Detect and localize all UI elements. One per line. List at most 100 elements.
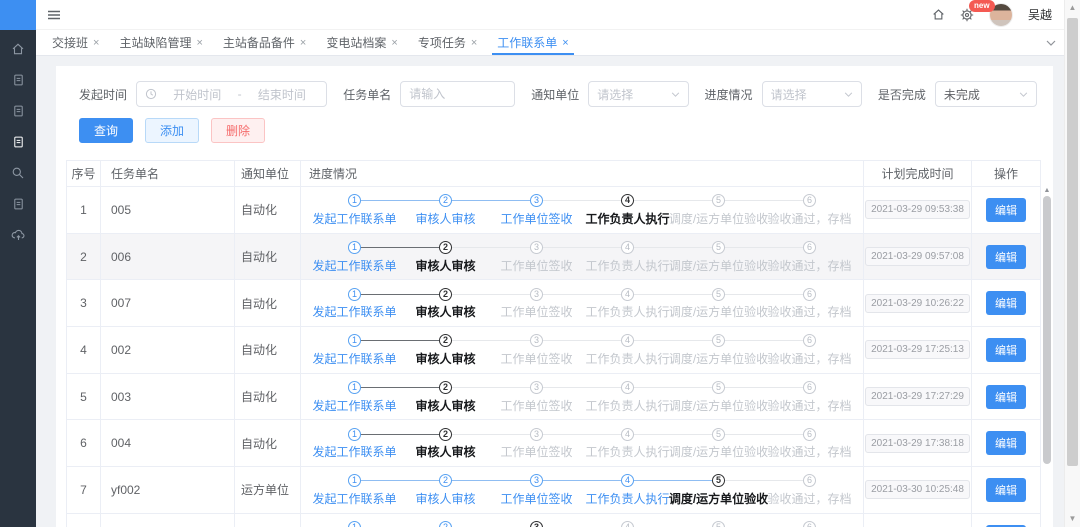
step-circle: 1	[348, 521, 361, 527]
progress-step-6: 6验收通过，存档	[764, 334, 855, 366]
tab-label: 交接班	[52, 34, 88, 51]
tab-label: 专项任务	[418, 34, 466, 51]
step-circle: 3	[530, 194, 543, 207]
table-body: 1 005 自动化 1发起工作联系单2审核人审核3工作单位签收4工作负责人执行5…	[67, 186, 1040, 527]
row-task-name: 005	[101, 187, 235, 233]
scroll-up-icon[interactable]: ▲	[1041, 186, 1053, 196]
end-time-placeholder: 结束时间	[244, 86, 321, 103]
step-circle: 1	[348, 334, 361, 347]
tab-label: 主站缺陷管理	[119, 34, 191, 51]
range-separator: -	[236, 87, 244, 101]
row-progress-steps: 1发起工作联系单2审核人审核3工作单位签收4工作负责人执行5调度/运方单位验收6…	[301, 187, 864, 233]
delete-button[interactable]: 删除	[211, 118, 265, 143]
scroll-down-icon[interactable]: ▼	[1065, 511, 1080, 527]
row-progress-steps: 1发起工作联系单2审核人审核3工作单位签收4工作负责人执行5调度/运方单位验收6…	[301, 420, 864, 466]
clock-icon	[145, 88, 157, 100]
progress-step-4: 4工作负责人执行	[582, 521, 673, 527]
row-planned-time: 2021-03-29 17:25:13	[864, 327, 972, 373]
step-circle: 2	[439, 521, 452, 527]
row-index: 2	[67, 234, 101, 280]
row-task-name	[101, 514, 235, 527]
tab-close-icon[interactable]: ×	[391, 37, 397, 49]
home-icon[interactable]	[932, 8, 945, 21]
step-circle: 1	[348, 474, 361, 487]
complete-select[interactable]: 未完成	[935, 81, 1037, 107]
tab-close-icon[interactable]: ×	[93, 37, 99, 49]
sidebar-item-doc-icon[interactable]	[12, 197, 25, 211]
step-label: 验收通过，存档	[742, 399, 877, 413]
chevron-down-icon[interactable]	[1046, 40, 1056, 46]
tab-label: 主站备品备件	[223, 34, 295, 51]
header-progress: 进度情况	[301, 161, 864, 186]
tab-close-icon[interactable]: ×	[300, 37, 306, 49]
edit-button[interactable]: 编辑	[986, 245, 1026, 269]
scroll-up-icon[interactable]: ▲	[1065, 0, 1080, 16]
row-progress-steps: 1发起工作联系单2审核人审核3工作单位签收4工作负责人执行5调度/运方单位验收6…	[301, 374, 864, 420]
sidebar-item-search-icon[interactable]	[11, 166, 25, 180]
date-range-picker[interactable]: 开始时间 - 结束时间	[136, 81, 327, 107]
sidebar-item-doc-icon[interactable]	[12, 104, 25, 118]
row-planned-time: 2021-03-29 09:57:08	[864, 234, 972, 280]
table-row[interactable]: 2 006 自动化 1发起工作联系单2审核人审核3工作单位签收4工作负责人执行5…	[67, 233, 1040, 280]
row-index: 6	[67, 420, 101, 466]
tab-5[interactable]: 工作联系单×	[497, 30, 568, 55]
step-circle: 4	[621, 474, 634, 487]
table-row[interactable]: 4 002 自动化 1发起工作联系单2审核人审核3工作单位签收4工作负责人执行5…	[67, 326, 1040, 373]
tab-0[interactable]: 交接班 ×	[52, 30, 99, 55]
page-scrollbar[interactable]: ▲ ▼	[1064, 0, 1080, 527]
page-scrollbar-thumb[interactable]	[1067, 18, 1078, 466]
add-button[interactable]: 添加	[145, 118, 199, 143]
table-row[interactable]: 6 004 自动化 1发起工作联系单2审核人审核3工作单位签收4工作负责人执行5…	[67, 419, 1040, 466]
table-row[interactable]: 1发起工作联系单2审核人审核3工作单位签收4工作负责人执行5调度/运方单位验收6…	[67, 513, 1040, 527]
edit-button[interactable]: 编辑	[986, 385, 1026, 409]
edit-button[interactable]: 编辑	[986, 478, 1026, 502]
action-buttons: 查询 添加 删除	[79, 118, 1053, 143]
table-scrollbar-thumb[interactable]	[1043, 196, 1051, 464]
step-circle: 6	[803, 241, 816, 254]
tab-close-icon[interactable]: ×	[196, 37, 202, 49]
sidebar-item-cloud-upload-icon[interactable]	[11, 228, 26, 241]
tab-label: 变电站档案	[326, 34, 386, 51]
row-progress-steps: 1发起工作联系单2审核人审核3工作单位签收4工作负责人执行5调度/运方单位验收6…	[301, 514, 864, 527]
tab-close-icon[interactable]: ×	[471, 37, 477, 49]
row-task-name: 004	[101, 420, 235, 466]
sidebar-item-home-icon[interactable]	[11, 42, 25, 56]
sidebar-item-doc-icon[interactable]	[12, 135, 25, 149]
step-circle: 6	[803, 521, 816, 527]
tab-close-icon[interactable]: ×	[562, 37, 568, 49]
tab-2[interactable]: 主站备品备件 ×	[223, 30, 306, 55]
tab-4[interactable]: 专项任务 ×	[418, 30, 477, 55]
step-label: 验收通过，存档	[742, 492, 877, 506]
task-name-input[interactable]	[400, 81, 515, 107]
start-time-placeholder: 开始时间	[159, 86, 236, 103]
notify-unit-value: 请选择	[597, 86, 670, 103]
settings-gear-icon[interactable]: new	[960, 8, 974, 22]
progress-step-6: 6验收通过，存档	[764, 194, 855, 226]
tab-3[interactable]: 变电站档案 ×	[326, 30, 397, 55]
step-circle: 6	[803, 334, 816, 347]
hamburger-menu-icon[interactable]	[47, 8, 61, 22]
progress-step-6: 6验收通过，存档	[764, 474, 855, 506]
table-row[interactable]: 7 yf002 运方单位 1发起工作联系单2审核人审核3工作单位签收4工作负责人…	[67, 466, 1040, 513]
row-task-name: 006	[101, 234, 235, 280]
planned-time-value: 2021-03-29 10:26:22	[865, 294, 970, 313]
row-planned-time: 2021-03-29 17:38:18	[864, 420, 972, 466]
table-row[interactable]: 5 003 自动化 1发起工作联系单2审核人审核3工作单位签收4工作负责人执行5…	[67, 373, 1040, 420]
step-circle: 6	[803, 428, 816, 441]
progress-select[interactable]: 请选择	[762, 81, 862, 107]
step-label: 验收通过，存档	[742, 212, 877, 226]
edit-button[interactable]: 编辑	[986, 338, 1026, 362]
sidebar-item-doc-icon[interactable]	[12, 73, 25, 87]
tab-1[interactable]: 主站缺陷管理 ×	[119, 30, 202, 55]
table-row[interactable]: 3 007 自动化 1发起工作联系单2审核人审核3工作单位签收4工作负责人执行5…	[67, 279, 1040, 326]
tasks-table: 序号 任务单名 通知单位 进度情况 计划完成时间 操作 1 005 自动化 1发…	[66, 160, 1041, 527]
edit-button[interactable]: 编辑	[986, 431, 1026, 455]
user-name[interactable]: 吴越	[1028, 6, 1052, 23]
table-scrollbar[interactable]: ▲	[1041, 160, 1053, 527]
notify-unit-select[interactable]: 请选择	[588, 81, 688, 107]
search-button[interactable]: 查询	[79, 118, 133, 143]
table-row[interactable]: 1 005 自动化 1发起工作联系单2审核人审核3工作单位签收4工作负责人执行5…	[67, 186, 1040, 233]
edit-button[interactable]: 编辑	[986, 291, 1026, 315]
header-index: 序号	[67, 161, 101, 186]
edit-button[interactable]: 编辑	[986, 198, 1026, 222]
